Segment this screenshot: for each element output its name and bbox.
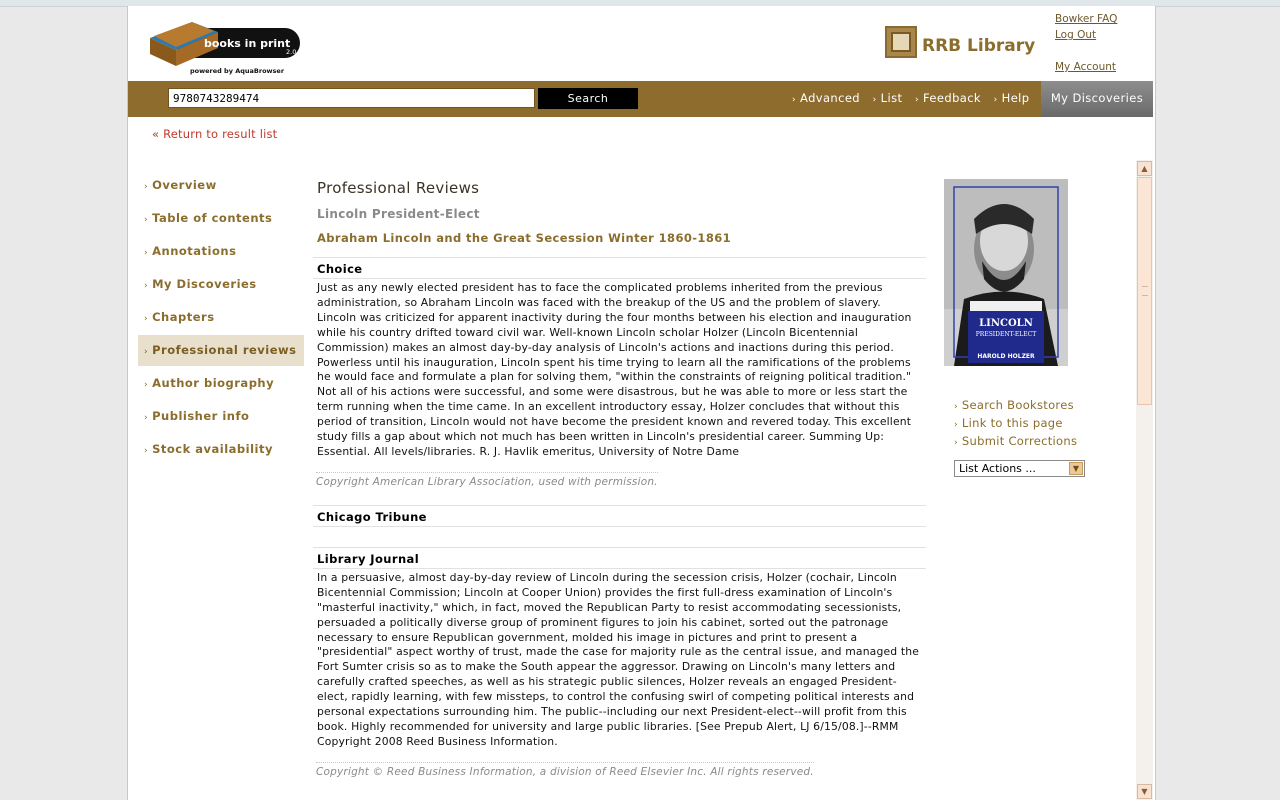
menu-item-label: Annotations xyxy=(152,244,237,258)
chevron-right-icon: › xyxy=(144,413,149,423)
search-input[interactable] xyxy=(168,88,535,108)
brand-powered: powered by AquaBrowser xyxy=(190,67,285,75)
right-link-label: Search Bookstores xyxy=(961,398,1074,412)
list-actions-select[interactable]: List Actions ... ▼ xyxy=(954,460,1085,477)
review-chicago-tribune: Chicago Tribune xyxy=(313,504,926,547)
nav-list-link[interactable]: › List xyxy=(873,91,903,105)
brand-logo-text: books in print xyxy=(204,37,290,50)
menu-item-label: Overview xyxy=(152,178,217,192)
cover-title: LINCOLN xyxy=(979,318,1033,329)
menu-item-label: Professional reviews xyxy=(152,343,297,357)
chevron-right-icon: › xyxy=(144,347,149,357)
link-to-page-link[interactable]: › Link to this page xyxy=(954,415,1077,433)
nav-help-link[interactable]: › Help xyxy=(994,91,1030,105)
review-source: Choice xyxy=(313,258,926,279)
menu-item-author-biography[interactable]: › Author biography xyxy=(138,368,304,399)
menu-item-stock-availability[interactable]: › Stock availability xyxy=(138,434,304,465)
menu-item-my-discoveries[interactable]: › My Discoveries xyxy=(138,269,304,300)
menu-item-annotations[interactable]: › Annotations xyxy=(138,236,304,267)
review-copyright: Copyright American Library Association, … xyxy=(316,471,658,488)
list-actions-label: List Actions ... xyxy=(959,462,1036,475)
review-text: In a persuasive, almost day-by-day revie… xyxy=(317,570,919,748)
nav-list-label: List xyxy=(880,91,903,105)
book-title: Lincoln President-Elect xyxy=(317,207,480,221)
my-account-link[interactable]: My Account xyxy=(1055,59,1117,75)
nav-feedback-label: Feedback xyxy=(923,91,981,105)
menu-item-label: My Discoveries xyxy=(152,277,257,291)
search-button[interactable]: Search xyxy=(538,88,638,109)
chevron-right-icon: › xyxy=(144,248,149,258)
chevron-right-icon: › xyxy=(954,438,958,448)
nav-help-label: Help xyxy=(1001,91,1030,105)
books-in-print-logo[interactable]: books in print 2.0 powered by AquaBrowse… xyxy=(146,14,306,78)
chevron-right-icon: › xyxy=(872,95,877,105)
scrollbar[interactable]: ▲ ▼ xyxy=(1136,160,1153,800)
chevron-right-icon: › xyxy=(144,446,149,456)
menu-item-label: Table of contents xyxy=(152,211,273,225)
log-out-link[interactable]: Log Out xyxy=(1055,27,1117,43)
my-discoveries-button[interactable]: My Discoveries xyxy=(1041,81,1153,117)
chevron-right-icon: › xyxy=(954,402,958,412)
menu-item-professional-reviews[interactable]: › Professional reviews xyxy=(138,335,304,366)
right-links: › Search Bookstores › Link to this page › S… xyxy=(954,397,1077,451)
menu-item-label: Chapters xyxy=(152,310,215,324)
section-heading: Professional Reviews xyxy=(317,179,480,197)
navigation-bar: Search ›Advanced ›List ›Feedback ›Help M… xyxy=(128,81,1153,117)
account-links: Bowker FAQ Log Out My Account xyxy=(1055,11,1117,75)
nav-advanced-label: Advanced xyxy=(800,91,861,105)
menu-item-publisher-info[interactable]: › Publisher info xyxy=(138,401,304,432)
chevron-down-icon: ▼ xyxy=(1069,462,1083,475)
submit-corrections-link[interactable]: › Submit Corrections xyxy=(954,433,1077,451)
library-name: RRB Library xyxy=(922,36,1035,56)
scroll-down-icon[interactable]: ▼ xyxy=(1137,784,1152,799)
menu-item-chapters[interactable]: › Chapters xyxy=(138,302,304,333)
chevron-right-icon: › xyxy=(954,420,958,430)
chevron-right-icon: › xyxy=(144,182,149,192)
main-content: Professional Reviews Lincoln President-E… xyxy=(313,177,926,779)
nav-advanced-link[interactable]: › Advanced xyxy=(792,91,860,105)
scroll-up-icon[interactable]: ▲ xyxy=(1137,161,1152,176)
left-menu: › Overview › Table of contents › Annotation… xyxy=(138,170,304,467)
cover-author: HAROLD HOLZER xyxy=(977,353,1035,360)
nav-feedback-link[interactable]: › Feedback xyxy=(915,91,981,105)
menu-item-label: Publisher info xyxy=(152,409,250,423)
review-text: Just as any newly elected president has … xyxy=(317,281,912,458)
review-source: Chicago Tribune xyxy=(313,506,926,527)
rrb-library-logo[interactable]: RRB Library xyxy=(885,26,1035,62)
chevron-right-icon: › xyxy=(915,95,920,105)
page-container: books in print 2.0 powered by AquaBrowse… xyxy=(127,6,1156,800)
chevron-right-icon: › xyxy=(144,380,149,390)
brand-version: 2.0 xyxy=(286,48,296,56)
return-to-results-link[interactable]: « Return to result list xyxy=(152,127,277,141)
right-link-label: Submit Corrections xyxy=(961,434,1078,448)
chevron-right-icon: › xyxy=(993,95,998,105)
review-source: Library Journal xyxy=(313,548,926,569)
book-cover-image[interactable]: LINCOLN PRESIDENT-ELECT HAROLD HOLZER xyxy=(944,179,1068,366)
menu-item-overview[interactable]: › Overview xyxy=(138,170,304,201)
chevron-right-icon: › xyxy=(144,215,149,225)
review-library-journal: Library Journal In a persuasive, almost … xyxy=(313,546,926,779)
menu-item-label: Stock availability xyxy=(152,442,273,456)
review-choice: Choice Just as any newly elected preside… xyxy=(313,257,926,489)
bowker-faq-link[interactable]: Bowker FAQ xyxy=(1055,11,1117,27)
right-link-label: Link to this page xyxy=(961,416,1063,430)
chevron-right-icon: › xyxy=(144,314,149,324)
scrollbar-thumb[interactable] xyxy=(1137,177,1152,405)
review-copyright: Copyright © Reed Business Information, a… xyxy=(316,761,814,778)
nav-links: › Advanced › List › Feedback › Help xyxy=(792,91,1038,105)
cover-subtitle: PRESIDENT-ELECT xyxy=(976,331,1036,338)
chevron-right-icon: › xyxy=(792,95,796,105)
menu-item-label: Author biography xyxy=(152,376,275,390)
menu-item-table-of-contents[interactable]: › Table of contents xyxy=(138,203,304,234)
chevron-right-icon: › xyxy=(144,281,149,291)
book-subtitle: Abraham Lincoln and the Great Secession … xyxy=(317,231,732,245)
search-bookstores-link[interactable]: › Search Bookstores xyxy=(954,397,1077,415)
